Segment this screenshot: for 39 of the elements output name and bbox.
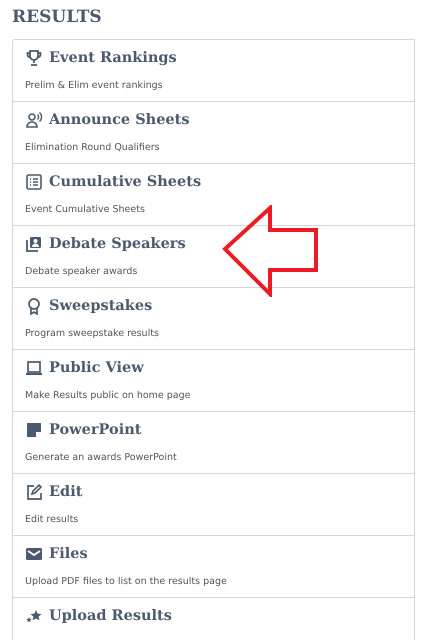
item-title: Upload Results (49, 606, 172, 626)
item-description: Upload PDF files to list on the results page (25, 575, 227, 589)
person-speaking-icon (25, 111, 43, 129)
menu-item[interactable]: Sweepstakes Program sweepstake results (13, 288, 414, 350)
menu-item[interactable]: Debate Speakers Debate speaker awards (13, 226, 414, 288)
menu-item[interactable]: Files Upload PDF files to list on the results page (13, 536, 414, 598)
menu-item[interactable]: Edit Edit results (13, 474, 414, 536)
item-title: Edit (49, 482, 82, 502)
item-title: Files (49, 544, 88, 564)
item-description: Elimination Round Qualifiers (25, 141, 160, 155)
item-title: Public View (49, 358, 144, 378)
list-icon (25, 173, 43, 191)
contact-card-icon (25, 235, 43, 253)
laptop-icon (25, 359, 43, 377)
item-title: Sweepstakes (49, 296, 152, 316)
menu-item[interactable]: Event Rankings Prelim & Elim event rankings (13, 40, 414, 102)
edit-icon (25, 483, 43, 501)
item-title: Event Rankings (49, 48, 177, 68)
section-title: RESULTS (12, 6, 103, 28)
item-description: Prelim & Elim event rankings (25, 79, 163, 93)
item-description: Program sweepstake results (25, 327, 159, 341)
menu-item[interactable]: Upload Results (13, 598, 414, 640)
item-title: PowerPoint (49, 420, 142, 440)
envelope-icon (25, 545, 43, 563)
award-ribbon-icon (25, 297, 43, 315)
item-description: Make Results public on home page (25, 389, 191, 403)
menu-item[interactable]: PowerPoint Generate an awards PowerPoint (13, 412, 414, 474)
item-description: Edit results (25, 513, 78, 527)
trophy-icon (25, 49, 43, 67)
menu-item[interactable]: Announce Sheets Elimination Round Qualifiers (13, 102, 414, 164)
item-title: Debate Speakers (49, 234, 186, 254)
item-description: Generate an awards PowerPoint (25, 451, 177, 465)
menu-item[interactable]: Public View Make Results public on home page (13, 350, 414, 412)
sticky-note-icon (25, 421, 43, 439)
item-description: Debate speaker awards (25, 265, 138, 279)
item-title: Cumulative Sheets (49, 172, 202, 192)
item-title: Announce Sheets (49, 110, 190, 130)
menu-item[interactable]: Cumulative Sheets Event Cumulative Sheets (13, 164, 414, 226)
item-description: Event Cumulative Sheets (25, 203, 145, 217)
